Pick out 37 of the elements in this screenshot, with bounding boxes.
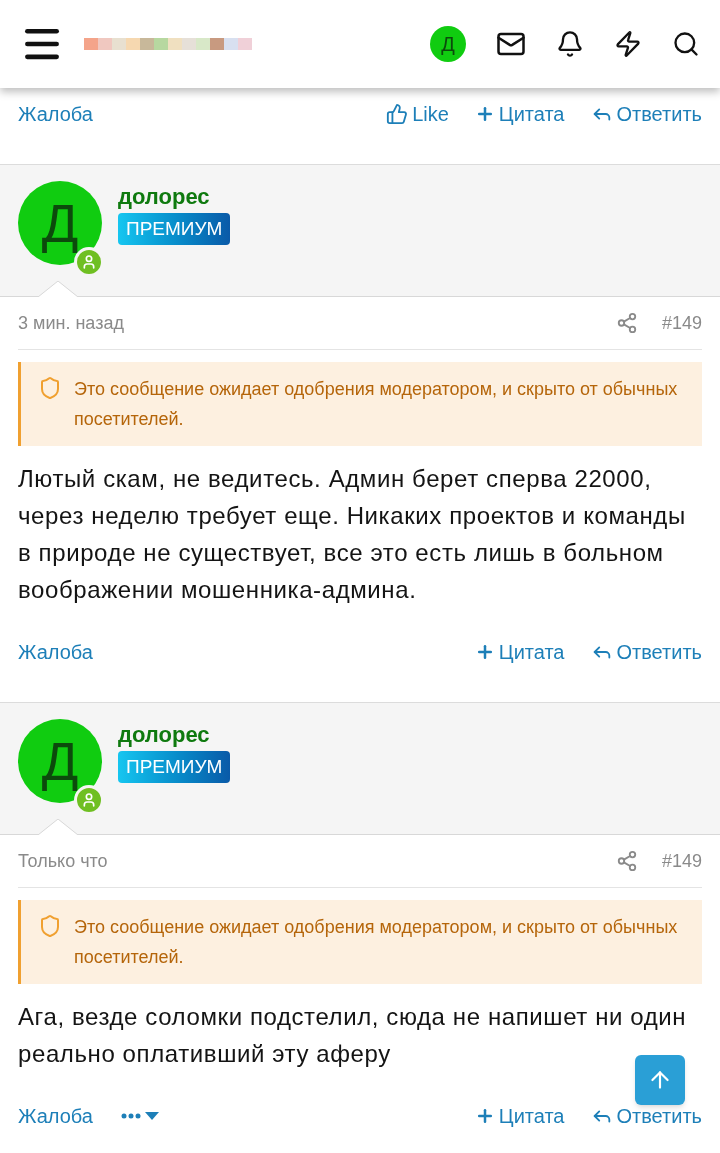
reply-button[interactable]: Ответить bbox=[590, 637, 702, 667]
premium-badge: ПРЕМИУМ bbox=[118, 213, 231, 245]
share-icon[interactable] bbox=[615, 312, 638, 334]
lightning-icon[interactable] bbox=[614, 30, 642, 58]
user-avatar[interactable]: Д bbox=[18, 181, 102, 265]
notice-text: Это сообщение ожидает одобрения модератором, и скрыто от обычных посетителей. bbox=[74, 916, 679, 969]
reply-button[interactable]: Ответить bbox=[590, 99, 702, 129]
notice-text: Это сообщение ожидает одобрения модератором, и скрыто от обычных посетителей. bbox=[74, 378, 679, 431]
user-avatar[interactable]: Д bbox=[430, 26, 466, 62]
quote-button[interactable]: Цитата bbox=[474, 99, 565, 129]
post-body: Ага, везде соломки подстелил, сюда не напишет ни один реально оплативший эту аферу bbox=[18, 1002, 688, 1069]
post-number[interactable]: #149 bbox=[661, 309, 702, 337]
search-icon[interactable] bbox=[672, 30, 700, 58]
post-body: Лютый скам, не ведитесь. Админ берет сперва 22000, через неделю требует еще. Никаких проектов и команды в природе не существует, все это есть лишь в больном воображении мошенника-админа. bbox=[18, 464, 687, 605]
like-button[interactable]: Like bbox=[386, 99, 449, 129]
more-icon bbox=[120, 1113, 141, 1119]
caret-icon bbox=[144, 1112, 159, 1120]
post-number[interactable]: #149 bbox=[661, 847, 702, 875]
report-link[interactable]: Жалоба bbox=[18, 99, 93, 129]
scroll-to-top-button[interactable] bbox=[635, 1055, 685, 1105]
post-time[interactable]: Только что bbox=[18, 847, 108, 875]
report-link[interactable]: Жалоба bbox=[18, 637, 93, 667]
quote-button[interactable]: Цитата bbox=[474, 1101, 565, 1131]
shield-icon bbox=[38, 376, 62, 400]
quote-button[interactable]: Цитата bbox=[474, 637, 565, 667]
shield-icon bbox=[38, 914, 62, 938]
bell-icon[interactable] bbox=[556, 30, 584, 58]
thumbs-up-icon bbox=[386, 103, 409, 125]
premium-badge: ПРЕМИУМ bbox=[118, 751, 231, 783]
reply-button[interactable]: Ответить bbox=[590, 1101, 702, 1131]
more-menu-button[interactable] bbox=[120, 1112, 159, 1120]
author-name[interactable]: долорес bbox=[118, 185, 231, 209]
post-time[interactable]: 3 мин. назад bbox=[18, 309, 124, 337]
share-icon[interactable] bbox=[615, 850, 638, 872]
report-link[interactable]: Жалоба bbox=[18, 1101, 93, 1131]
author-name[interactable]: долорес bbox=[118, 723, 231, 747]
user-avatar[interactable]: Д bbox=[18, 719, 102, 803]
